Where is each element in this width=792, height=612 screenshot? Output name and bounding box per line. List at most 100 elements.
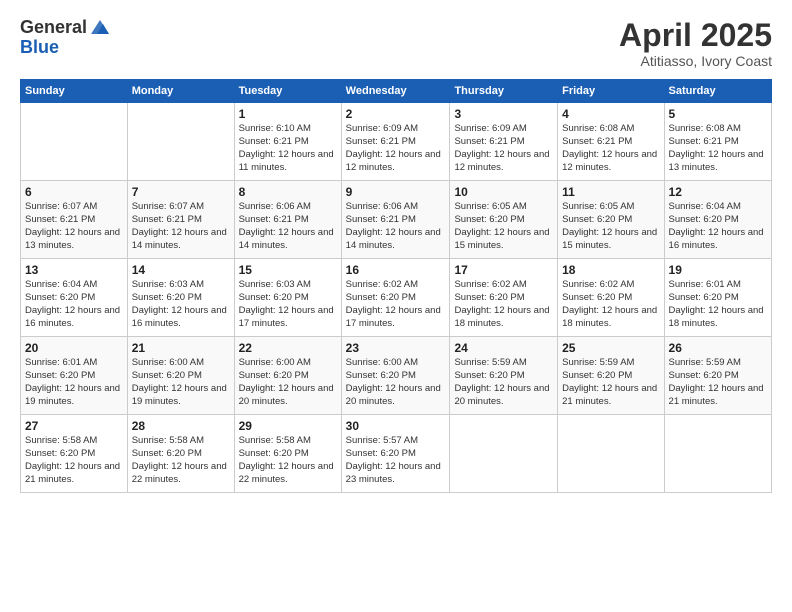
day-cell	[558, 415, 664, 493]
day-number: 28	[132, 419, 230, 433]
col-header-wednesday: Wednesday	[341, 80, 450, 103]
day-info: Sunrise: 6:02 AMSunset: 6:20 PMDaylight:…	[562, 279, 659, 330]
logo-blue: Blue	[20, 37, 59, 57]
day-info: Sunrise: 5:59 AMSunset: 6:20 PMDaylight:…	[562, 357, 659, 408]
day-number: 18	[562, 263, 659, 277]
day-number: 24	[454, 341, 553, 355]
day-number: 1	[239, 107, 337, 121]
page: General Blue April 2025 Atitiasso, Ivory…	[0, 0, 792, 612]
day-info: Sunrise: 6:07 AMSunset: 6:21 PMDaylight:…	[25, 201, 123, 252]
day-cell: 14 Sunrise: 6:03 AMSunset: 6:20 PMDayligh…	[127, 259, 234, 337]
day-cell	[127, 103, 234, 181]
week-row-1: 6 Sunrise: 6:07 AMSunset: 6:21 PMDaylight…	[21, 181, 772, 259]
day-number: 30	[346, 419, 446, 433]
day-cell: 24 Sunrise: 5:59 AMSunset: 6:20 PMDayligh…	[450, 337, 558, 415]
week-row-2: 13 Sunrise: 6:04 AMSunset: 6:20 PMDayligh…	[21, 259, 772, 337]
day-number: 3	[454, 107, 553, 121]
day-number: 23	[346, 341, 446, 355]
day-info: Sunrise: 6:09 AMSunset: 6:21 PMDaylight:…	[346, 123, 446, 174]
logo: General Blue	[20, 18, 111, 58]
col-header-saturday: Saturday	[664, 80, 771, 103]
day-cell: 25 Sunrise: 5:59 AMSunset: 6:20 PMDayligh…	[558, 337, 664, 415]
day-info: Sunrise: 6:09 AMSunset: 6:21 PMDaylight:…	[454, 123, 553, 174]
day-number: 13	[25, 263, 123, 277]
day-info: Sunrise: 6:04 AMSunset: 6:20 PMDaylight:…	[25, 279, 123, 330]
day-cell: 28Sunrise: 5:58 AMSunset: 6:20 PMDayligh…	[127, 415, 234, 493]
day-cell	[21, 103, 128, 181]
day-info: Sunrise: 6:06 AMSunset: 6:21 PMDaylight:…	[239, 201, 337, 252]
day-number: 10	[454, 185, 553, 199]
day-cell	[664, 415, 771, 493]
day-info: Sunrise: 6:00 AMSunset: 6:20 PMDaylight:…	[239, 357, 337, 408]
day-number: 6	[25, 185, 123, 199]
day-cell: 10Sunrise: 6:05 AMSunset: 6:20 PMDayligh…	[450, 181, 558, 259]
day-info: Sunrise: 6:04 AMSunset: 6:20 PMDaylight:…	[669, 201, 767, 252]
day-cell: 11 Sunrise: 6:05 AMSunset: 6:20 PMDayligh…	[558, 181, 664, 259]
title-block: April 2025 Atitiasso, Ivory Coast	[619, 18, 772, 69]
day-info: Sunrise: 6:01 AMSunset: 6:20 PMDaylight:…	[25, 357, 123, 408]
day-info: Sunrise: 6:07 AMSunset: 6:21 PMDaylight:…	[132, 201, 230, 252]
day-number: 12	[669, 185, 767, 199]
day-number: 2	[346, 107, 446, 121]
col-header-friday: Friday	[558, 80, 664, 103]
day-info: Sunrise: 6:00 AMSunset: 6:20 PMDaylight:…	[132, 357, 230, 408]
col-header-thursday: Thursday	[450, 80, 558, 103]
day-number: 4	[562, 107, 659, 121]
day-cell: 23Sunrise: 6:00 AMSunset: 6:20 PMDayligh…	[341, 337, 450, 415]
day-number: 27	[25, 419, 123, 433]
day-info: Sunrise: 5:59 AMSunset: 6:20 PMDaylight:…	[454, 357, 553, 408]
day-cell: 29Sunrise: 5:58 AMSunset: 6:20 PMDayligh…	[234, 415, 341, 493]
subtitle: Atitiasso, Ivory Coast	[619, 53, 772, 69]
day-info: Sunrise: 6:05 AMSunset: 6:20 PMDaylight:…	[562, 201, 659, 252]
day-cell: 27 Sunrise: 5:58 AMSunset: 6:20 PMDayligh…	[21, 415, 128, 493]
col-header-sunday: Sunday	[21, 80, 128, 103]
day-number: 25	[562, 341, 659, 355]
day-cell: 5Sunrise: 6:08 AMSunset: 6:21 PMDaylight…	[664, 103, 771, 181]
day-info: Sunrise: 6:02 AMSunset: 6:20 PMDaylight:…	[346, 279, 446, 330]
day-info: Sunrise: 5:58 AMSunset: 6:20 PMDaylight:…	[239, 435, 337, 486]
day-cell: 22Sunrise: 6:00 AMSunset: 6:20 PMDayligh…	[234, 337, 341, 415]
day-cell: 19 Sunrise: 6:01 AMSunset: 6:20 PMDayligh…	[664, 259, 771, 337]
day-cell: 12 Sunrise: 6:04 AMSunset: 6:20 PMDayligh…	[664, 181, 771, 259]
logo-general: General	[20, 18, 87, 38]
day-info: Sunrise: 6:08 AMSunset: 6:21 PMDaylight:…	[562, 123, 659, 174]
day-cell: 7 Sunrise: 6:07 AMSunset: 6:21 PMDaylight…	[127, 181, 234, 259]
day-info: Sunrise: 6:02 AMSunset: 6:20 PMDaylight:…	[454, 279, 553, 330]
day-cell: 20 Sunrise: 6:01 AMSunset: 6:20 PMDayligh…	[21, 337, 128, 415]
day-cell: 1 Sunrise: 6:10 AMSunset: 6:21 PMDaylight…	[234, 103, 341, 181]
header-row: SundayMondayTuesdayWednesdayThursdayFrid…	[21, 80, 772, 103]
day-number: 9	[346, 185, 446, 199]
day-number: 14	[132, 263, 230, 277]
day-number: 11	[562, 185, 659, 199]
day-number: 16	[346, 263, 446, 277]
day-info: Sunrise: 6:03 AMSunset: 6:20 PMDaylight:…	[132, 279, 230, 330]
week-row-0: 1 Sunrise: 6:10 AMSunset: 6:21 PMDaylight…	[21, 103, 772, 181]
day-info: Sunrise: 5:57 AMSunset: 6:20 PMDaylight:…	[346, 435, 446, 486]
day-info: Sunrise: 5:59 AMSunset: 6:20 PMDaylight:…	[669, 357, 767, 408]
day-info: Sunrise: 6:08 AMSunset: 6:21 PMDaylight:…	[669, 123, 767, 174]
month-title: April 2025	[619, 18, 772, 53]
day-info: Sunrise: 6:10 AMSunset: 6:21 PMDaylight:…	[239, 123, 337, 174]
day-info: Sunrise: 6:01 AMSunset: 6:20 PMDaylight:…	[669, 279, 767, 330]
day-number: 26	[669, 341, 767, 355]
day-cell	[450, 415, 558, 493]
day-cell: 4 Sunrise: 6:08 AMSunset: 6:21 PMDaylight…	[558, 103, 664, 181]
day-info: Sunrise: 6:06 AMSunset: 6:21 PMDaylight:…	[346, 201, 446, 252]
logo-icon	[89, 16, 111, 38]
day-number: 19	[669, 263, 767, 277]
day-cell: 15Sunrise: 6:03 AMSunset: 6:20 PMDayligh…	[234, 259, 341, 337]
day-cell: 2 Sunrise: 6:09 AMSunset: 6:21 PMDaylight…	[341, 103, 450, 181]
day-info: Sunrise: 6:03 AMSunset: 6:20 PMDaylight:…	[239, 279, 337, 330]
day-info: Sunrise: 5:58 AMSunset: 6:20 PMDaylight:…	[25, 435, 123, 486]
col-header-monday: Monday	[127, 80, 234, 103]
day-number: 7	[132, 185, 230, 199]
week-row-4: 27 Sunrise: 5:58 AMSunset: 6:20 PMDayligh…	[21, 415, 772, 493]
day-number: 20	[25, 341, 123, 355]
day-cell: 8 Sunrise: 6:06 AMSunset: 6:21 PMDaylight…	[234, 181, 341, 259]
day-number: 21	[132, 341, 230, 355]
day-cell: 6 Sunrise: 6:07 AMSunset: 6:21 PMDaylight…	[21, 181, 128, 259]
day-number: 8	[239, 185, 337, 199]
week-row-3: 20 Sunrise: 6:01 AMSunset: 6:20 PMDayligh…	[21, 337, 772, 415]
day-cell: 16 Sunrise: 6:02 AMSunset: 6:20 PMDayligh…	[341, 259, 450, 337]
day-cell: 9 Sunrise: 6:06 AMSunset: 6:21 PMDaylight…	[341, 181, 450, 259]
